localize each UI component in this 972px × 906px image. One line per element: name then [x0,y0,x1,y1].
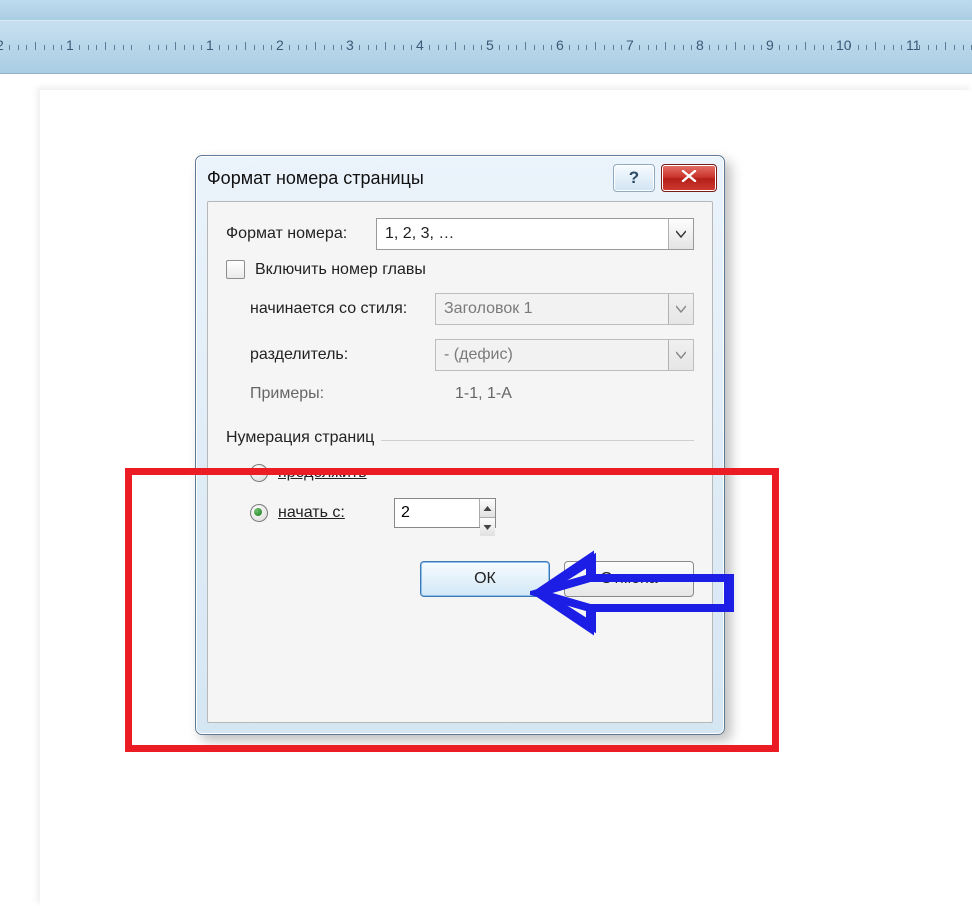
separator-select: - (дефис) [435,339,694,371]
continue-radio-label: продолжить [278,464,367,482]
ruler-unit: 7 [630,31,700,61]
ruler-unit: 8 [700,31,770,61]
startat-radio[interactable] [250,504,268,522]
format-label: Формат номера: [226,225,376,243]
ruler-unit: 11 [910,31,972,61]
ok-button[interactable]: ОК [420,561,550,597]
starts-style-select: Заголовок 1 [435,293,694,325]
chevron-down-icon [668,219,693,249]
pagination-group: Нумерация страниц [226,429,694,447]
startat-radio-label: начать с: [278,504,394,522]
ruler-unit: 4 [420,31,490,61]
chevron-down-icon [483,518,492,536]
ruler-unit: 5 [490,31,560,61]
ruler-unit: 1 [70,31,140,61]
ruler: 2112345678910111213 [0,20,972,74]
format-select-value: 1, 2, 3, … [385,225,454,243]
starts-style-value: Заголовок 1 [444,300,533,318]
cancel-button[interactable]: Отмена [564,561,694,597]
pagination-group-title: Нумерация страниц [226,429,374,446]
ribbon-band [0,0,972,21]
chevron-down-icon [668,340,693,370]
chevron-down-icon [668,294,693,324]
examples-label: Примеры: [250,385,455,403]
ruler-unit: 2 [0,31,70,61]
examples-value: 1-1, 1-A [455,385,512,403]
ruler-unit: 10 [840,31,910,61]
continue-radio[interactable] [250,464,268,482]
separator-value: - (дефис) [444,346,513,364]
close-icon [681,169,697,187]
ruler-unit [140,31,210,61]
separator-label: разделитель: [250,346,435,364]
include-chapter-label: Включить номер главы [255,261,426,279]
ruler-unit: 1 [210,31,280,61]
ruler-unit: 2 [280,31,350,61]
page-number-format-dialog: Формат номера страницы ? Формат номера: … [195,155,725,735]
ruler-unit: 9 [770,31,840,61]
include-chapter-checkbox[interactable] [226,260,245,279]
starts-style-label: начинается со стиля: [250,300,435,318]
chevron-up-icon [483,499,492,517]
spinner-up-button[interactable] [480,499,495,517]
dialog-title: Формат номера страницы [205,168,613,189]
startat-spinner[interactable] [394,498,496,528]
ruler-unit: 3 [350,31,420,61]
ruler-unit: 6 [560,31,630,61]
help-icon: ? [629,168,639,188]
spinner-down-button[interactable] [480,517,495,536]
format-select[interactable]: 1, 2, 3, … [376,218,694,250]
close-button[interactable] [661,164,717,192]
startat-input[interactable] [395,499,479,527]
help-button[interactable]: ? [613,164,655,192]
